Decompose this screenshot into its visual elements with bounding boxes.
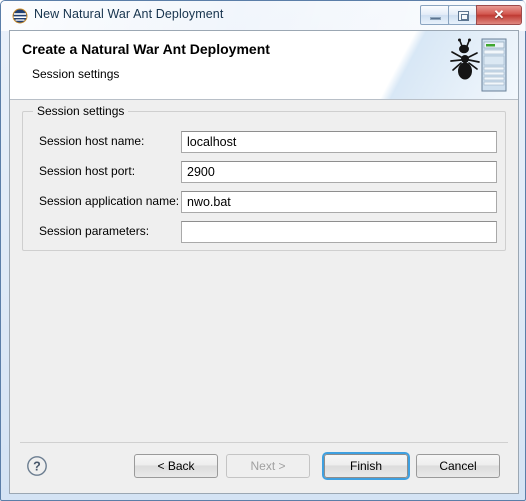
dialog-window: New Natural War Ant Deployment ✕ Create … bbox=[0, 0, 526, 501]
field-row: Session application name: bbox=[23, 191, 507, 213]
natural-logo-icon bbox=[12, 8, 28, 24]
finish-button[interactable]: Finish bbox=[324, 454, 408, 478]
session-host-port-input[interactable] bbox=[181, 161, 497, 183]
close-icon: ✕ bbox=[493, 7, 505, 22]
ant-server-icon bbox=[448, 33, 510, 97]
field-row: Session host name: bbox=[23, 131, 507, 153]
window-controls: ✕ bbox=[420, 5, 522, 26]
session-parameters-input[interactable] bbox=[181, 221, 497, 243]
field-row: Session host port: bbox=[23, 161, 507, 183]
window-title: New Natural War Ant Deployment bbox=[34, 7, 224, 21]
wizard-title: Create a Natural War Ant Deployment bbox=[22, 41, 270, 57]
wizard-header: Create a Natural War Ant Deployment Sess… bbox=[10, 31, 518, 100]
session-application-name-label: Session application name: bbox=[39, 194, 180, 208]
minimize-icon bbox=[430, 17, 441, 20]
group-title: Session settings bbox=[33, 104, 129, 118]
maximize-button[interactable] bbox=[448, 5, 477, 25]
session-host-port-label: Session host port: bbox=[39, 164, 136, 178]
svg-text:?: ? bbox=[33, 460, 41, 474]
button-bar-separator bbox=[20, 442, 508, 443]
maximize-icon bbox=[458, 11, 469, 21]
session-parameters-label: Session parameters: bbox=[39, 224, 150, 238]
back-button[interactable]: < Back bbox=[134, 454, 218, 478]
minimize-button[interactable] bbox=[420, 5, 449, 25]
field-row: Session parameters: bbox=[23, 221, 507, 243]
session-settings-group: Session settings Session host name: Sess… bbox=[22, 104, 507, 251]
next-button[interactable]: Next > bbox=[226, 454, 310, 478]
cancel-button[interactable]: Cancel bbox=[416, 454, 500, 478]
session-host-name-label: Session host name: bbox=[39, 134, 145, 148]
close-button[interactable]: ✕ bbox=[476, 5, 522, 25]
wizard-subtitle: Session settings bbox=[32, 67, 120, 81]
help-icon[interactable]: ? bbox=[26, 455, 48, 477]
title-bar: New Natural War Ant Deployment ✕ bbox=[2, 2, 526, 29]
session-application-name-input[interactable] bbox=[181, 191, 497, 213]
session-host-name-input[interactable] bbox=[181, 131, 497, 153]
dialog-client-area: Create a Natural War Ant Deployment Sess… bbox=[9, 30, 519, 494]
